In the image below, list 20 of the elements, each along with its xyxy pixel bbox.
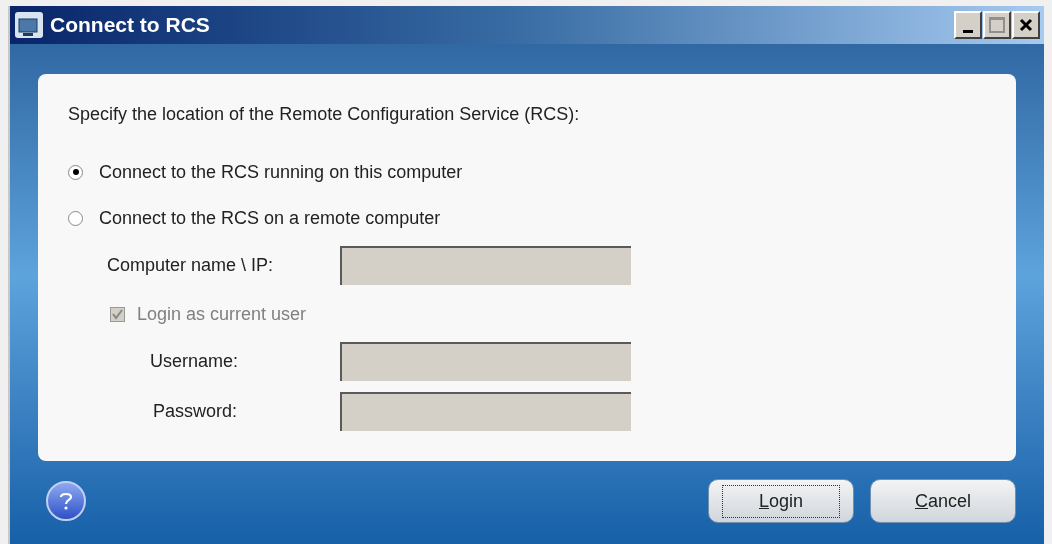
radio-button[interactable] <box>68 210 83 226</box>
maximize-icon <box>989 17 1005 33</box>
field-label: Computer name \ IP: <box>107 254 275 277</box>
close-button[interactable] <box>1012 11 1040 39</box>
dialog-button[interactable]: Cancel <box>870 479 1016 523</box>
window-title: Connect to RCS <box>50 12 210 39</box>
field-label: Username: <box>150 350 240 373</box>
minimize-icon <box>963 30 973 33</box>
maximize-button[interactable] <box>983 11 1011 39</box>
dialog-button[interactable]: Login <box>708 479 854 523</box>
help-icon <box>59 491 73 511</box>
radio-button[interactable] <box>68 164 83 180</box>
field-label: Password: <box>152 400 239 423</box>
instruction-text: Specify the location of the Remote Configuration Service (RCS): <box>68 103 581 125</box>
close-icon <box>1019 18 1033 32</box>
help-button[interactable] <box>46 481 86 521</box>
minimize-button[interactable] <box>954 11 982 39</box>
computer-icon <box>14 11 44 39</box>
radio-option[interactable]: Connect to the RCS running on this computer <box>68 160 1016 184</box>
radio-option[interactable]: Connect to the RCS on a remote computer <box>68 206 1016 230</box>
